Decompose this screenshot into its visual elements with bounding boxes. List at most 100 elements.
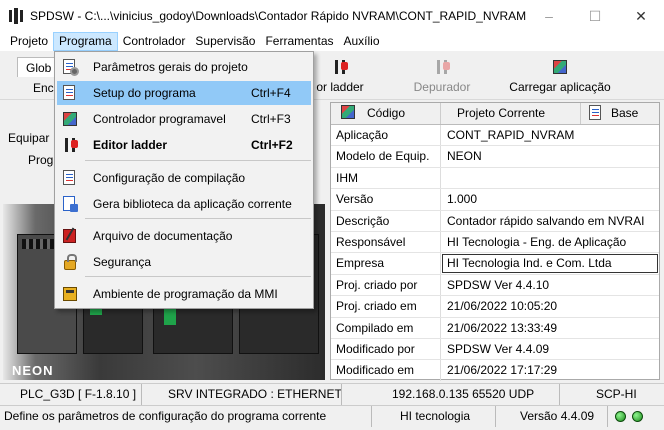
table-row[interactable]: Modelo de Equip. NEON bbox=[331, 146, 659, 168]
program-setup-icon bbox=[61, 84, 79, 102]
menu-item-parametros-gerais[interactable]: Parâmetros gerais do projeto bbox=[57, 55, 311, 79]
row-key: Modificado em bbox=[331, 360, 441, 381]
ladder-icon bbox=[331, 58, 349, 76]
col-projeto-corrente[interactable]: Projeto Corrente bbox=[441, 103, 581, 124]
menu-item-arquivo-documentacao[interactable]: Arquivo de documentação bbox=[57, 224, 311, 248]
row-value[interactable]: SPDSW Ver 4.4.09 bbox=[441, 339, 659, 359]
row-key: Compilado em bbox=[331, 317, 441, 338]
compile-config-icon bbox=[61, 169, 79, 187]
menu-item-controlador-programavel[interactable]: Controlador programavel Ctrl+F3 bbox=[57, 107, 311, 131]
equipment-label: Equipar bbox=[8, 131, 50, 145]
row-key: Modelo de Equip. bbox=[331, 146, 441, 167]
status-led-icon bbox=[632, 411, 643, 423]
menu-controlador[interactable]: Controlador bbox=[118, 32, 191, 51]
documentation-icon bbox=[61, 227, 79, 245]
row-value[interactable]: 21/06/2022 17:17:29 bbox=[441, 360, 659, 380]
row-value[interactable]: Contador rápido salvando em NVRAI bbox=[441, 211, 659, 231]
menu-programa[interactable]: Programa bbox=[53, 32, 118, 51]
table-row[interactable]: Descrição Contador rápido salvando em NVR… bbox=[331, 210, 659, 232]
menu-separator bbox=[85, 276, 311, 277]
editor-ladder-button[interactable]: or ladder bbox=[310, 56, 370, 98]
table-row[interactable]: Proj. criado por SPDSW Ver 4.4.10 bbox=[331, 274, 659, 297]
upload-app-icon bbox=[551, 58, 569, 76]
status-plc: PLC_G3D [ F-1.8.10 ] bbox=[0, 384, 142, 405]
menu-bar: Projeto Programa Controlador Supervisão … bbox=[0, 32, 664, 51]
row-key: Responsável bbox=[331, 231, 441, 253]
status-server: SRV INTEGRADO : ETHERNET bbox=[142, 384, 342, 405]
status-hint: Define os parâmetros de configuração do … bbox=[0, 406, 372, 427]
row-key: Modificado por bbox=[331, 338, 441, 360]
table-row[interactable]: Aplicação CONT_RAPID_NVRAM bbox=[331, 125, 659, 147]
grid-header: Código Projeto Corrente Base bbox=[331, 103, 659, 125]
row-value[interactable]: NEON bbox=[441, 146, 659, 166]
app-icon bbox=[8, 8, 24, 24]
menu-separator bbox=[85, 160, 311, 161]
menu-item-setup-programa[interactable]: Setup do programa Ctrl+F4 bbox=[57, 81, 311, 105]
menu-auxilio[interactable]: Auxílio bbox=[339, 32, 385, 51]
ladder-icon bbox=[61, 136, 79, 154]
status-address: 192.168.0.135 65520 UDP bbox=[342, 384, 560, 405]
row-value[interactable]: 1.000 bbox=[441, 189, 659, 209]
status-led-icon bbox=[615, 411, 626, 423]
encerrar-button-label[interactable]: Enc bbox=[33, 81, 54, 95]
carregar-aplicacao-button[interactable]: Carregar aplicação bbox=[500, 56, 620, 98]
menu-projeto[interactable]: Projeto bbox=[5, 32, 53, 51]
code-icon bbox=[341, 105, 359, 121]
debugger-icon bbox=[433, 58, 451, 76]
menu-supervisao[interactable]: Supervisão bbox=[190, 32, 260, 51]
status-scp: SCP-HI bbox=[596, 387, 637, 401]
status-company: HI tecnologia bbox=[372, 406, 496, 427]
plc-model-label: NEON bbox=[12, 363, 54, 378]
row-key: Proj. criado por bbox=[331, 274, 441, 296]
window-title: SPDSW - C:\...\vinicius_godoy\Downloads\… bbox=[30, 9, 527, 23]
base-check-icon bbox=[589, 105, 607, 121]
row-value[interactable] bbox=[441, 168, 659, 188]
menu-item-ambiente-mmi[interactable]: Ambiente de programação da MMI bbox=[57, 282, 311, 306]
table-row[interactable]: Modificado por SPDSW Ver 4.4.09 bbox=[331, 338, 659, 361]
row-value[interactable]: CONT_RAPID_NVRAM bbox=[441, 125, 659, 145]
row-value[interactable]: HI Tecnologia - Eng. de Aplicação bbox=[441, 232, 659, 252]
status-version: Versão 4.4.09 bbox=[496, 406, 608, 427]
menu-item-seguranca[interactable]: Segurança bbox=[57, 250, 311, 274]
carregar-aplicacao-label: Carregar aplicação bbox=[509, 80, 611, 94]
row-value[interactable]: 21/06/2022 13:33:49 bbox=[441, 318, 659, 338]
menu-ferramentas[interactable]: Ferramentas bbox=[260, 32, 338, 51]
program-label: Prog bbox=[28, 153, 54, 167]
controller-icon bbox=[61, 110, 79, 128]
table-row[interactable]: Responsável HI Tecnologia - Eng. de Aplic… bbox=[331, 231, 659, 254]
depurador-label: Depurador bbox=[413, 80, 471, 94]
project-info-grid: Código Projeto Corrente Base Aplicação CO… bbox=[330, 102, 660, 382]
col-base[interactable]: Base bbox=[581, 103, 659, 124]
row-key: Empresa bbox=[331, 253, 441, 274]
menu-separator bbox=[85, 218, 311, 219]
menu-item-gera-biblioteca[interactable]: Gera biblioteca da aplicação corrente bbox=[57, 192, 311, 216]
depurador-button[interactable]: Depurador bbox=[402, 56, 482, 98]
title-bar: SPDSW - C:\...\vinicius_godoy\Downloads\… bbox=[0, 0, 664, 32]
menu-item-configuracao-compilacao[interactable]: Configuração de compilação bbox=[57, 166, 311, 190]
project-params-icon bbox=[61, 58, 79, 76]
row-value[interactable]: 21/06/2022 10:05:20 bbox=[441, 296, 659, 316]
row-key: IHM bbox=[331, 167, 441, 189]
table-row[interactable]: Versão 1.000 bbox=[331, 189, 659, 211]
row-value[interactable]: HI Tecnologia Ind. e Com. Ltda bbox=[442, 254, 658, 273]
maximize-button[interactable]: ☐ bbox=[572, 0, 618, 32]
table-row[interactable]: Compilado em 21/06/2022 13:33:49 bbox=[331, 317, 659, 339]
menu-item-editor-ladder[interactable]: Editor ladder Ctrl+F2 bbox=[57, 133, 311, 157]
col-codigo[interactable]: Código bbox=[331, 103, 441, 124]
programa-dropdown-menu: Parâmetros gerais do projeto Setup do pr… bbox=[54, 51, 314, 309]
table-row[interactable]: Modificado em 21/06/2022 17:17:29 bbox=[331, 360, 659, 382]
editor-ladder-label: or ladder bbox=[316, 80, 364, 94]
minimize-button[interactable]: – bbox=[526, 0, 572, 32]
close-button[interactable]: ✕ bbox=[618, 0, 664, 32]
table-row[interactable]: Proj. criado em 21/06/2022 10:05:20 bbox=[331, 296, 659, 318]
status-leds bbox=[608, 406, 664, 427]
status-bar: PLC_G3D [ F-1.8.10 ] SRV INTEGRADO : ETH… bbox=[0, 381, 664, 430]
table-row[interactable]: IHM bbox=[331, 167, 659, 190]
lock-icon bbox=[61, 253, 79, 271]
row-key: Aplicação bbox=[331, 125, 441, 146]
row-key: Descrição bbox=[331, 210, 441, 231]
row-key: Proj. criado em bbox=[331, 296, 441, 317]
row-key: Versão bbox=[331, 189, 441, 210]
row-value[interactable]: SPDSW Ver 4.4.10 bbox=[441, 275, 659, 295]
table-row[interactable]: Empresa HI Tecnologia Ind. e Com. Ltda bbox=[331, 253, 659, 275]
